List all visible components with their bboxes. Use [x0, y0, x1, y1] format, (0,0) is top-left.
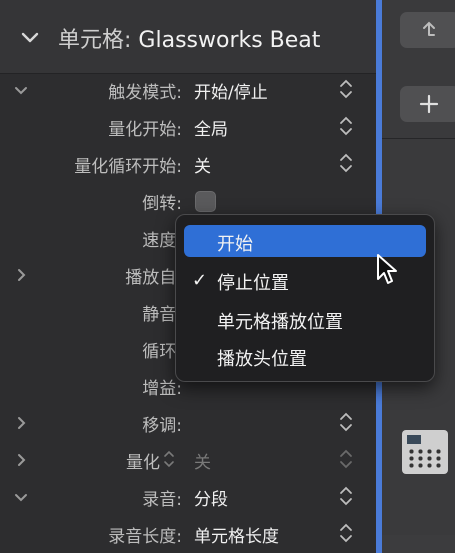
stepper-icon[interactable]: [338, 116, 354, 136]
menu-item-label: 开始: [217, 234, 253, 255]
quantize-value[interactable]: 关: [194, 448, 211, 473]
reverse-label: 倒转:: [142, 194, 182, 214]
mouse-pointer-icon: [377, 254, 397, 284]
inspector-header[interactable]: 单元格: Glassworks Beat: [0, 0, 376, 74]
stepper-icon[interactable]: [338, 449, 354, 469]
drum-machine-pads: [407, 448, 443, 470]
disclosure-chevron-down-icon[interactable]: [12, 81, 30, 99]
disclosure-chevron-right-icon[interactable]: [12, 266, 30, 284]
menu-item-cell-play-position[interactable]: 单元格播放位置: [184, 303, 426, 335]
tracks-top-button[interactable]: [400, 12, 455, 48]
record-label: 录音:: [142, 490, 182, 510]
tracks-bottom-bar: [382, 535, 455, 553]
disclosure-chevron-right-icon[interactable]: [12, 451, 30, 469]
row-record-length[interactable]: 录音长度: 单元格长度: [0, 515, 376, 551]
row-quantize-loop-start[interactable]: 量化循环开始: 关: [0, 145, 376, 181]
chevron-down-icon[interactable]: [20, 27, 40, 47]
stepper-icon[interactable]: [338, 153, 354, 173]
record-length-label: 录音长度:: [108, 527, 182, 547]
add-track-button[interactable]: [400, 86, 455, 122]
disclosure-chevron-right-icon[interactable]: [12, 414, 30, 432]
reverse-checkbox[interactable]: [195, 191, 216, 212]
menu-item-label: 停止位置: [217, 273, 289, 294]
plus-icon: [419, 94, 439, 114]
row-transpose[interactable]: 移调:: [0, 404, 376, 440]
menu-item-playhead-position[interactable]: 播放头位置: [184, 340, 426, 372]
quantize-start-value[interactable]: 全局: [194, 115, 228, 140]
transpose-label: 移调:: [142, 416, 182, 436]
checkmark-icon: ✓: [192, 270, 208, 291]
play-from-label: 播放自:: [125, 268, 182, 288]
inspector-title: 单元格: Glassworks Beat: [58, 22, 320, 54]
stepper-icon[interactable]: [162, 450, 176, 468]
row-quantize-start[interactable]: 量化开始: 全局: [0, 108, 376, 144]
track-divider: [382, 138, 455, 139]
header-label: 单元格:: [58, 28, 132, 53]
stepper-icon[interactable]: [338, 523, 354, 543]
quantize-loop-start-value[interactable]: 关: [194, 152, 211, 177]
drum-machine-track-icon[interactable]: [402, 430, 448, 474]
stepper-icon[interactable]: [338, 79, 354, 99]
row-record[interactable]: 录音: 分段: [0, 478, 376, 514]
row-quantize[interactable]: 量化 关: [0, 441, 376, 477]
play-from-menu[interactable]: 开始 ✓ 停止位置 单元格播放位置 播放头位置: [175, 214, 435, 382]
quantize-loop-start-label: 量化循环开始:: [74, 157, 182, 177]
row-trigger-mode[interactable]: 触发模式: 开始/停止: [0, 71, 376, 107]
quantize-start-label: 量化开始:: [108, 120, 182, 140]
trigger-mode-value[interactable]: 开始/停止: [194, 78, 268, 103]
menu-item-label: 播放头位置: [217, 349, 307, 370]
cell-name: Glassworks Beat: [138, 28, 321, 53]
drum-machine-screen: [407, 435, 421, 444]
quantize-label: 量化: [126, 453, 160, 473]
stepper-icon[interactable]: [338, 486, 354, 506]
arrow-up-icon: [423, 21, 435, 36]
record-value[interactable]: 分段: [194, 485, 228, 510]
record-length-value[interactable]: 单元格长度: [194, 522, 279, 547]
trigger-mode-label: 触发模式:: [108, 83, 182, 103]
disclosure-chevron-down-icon[interactable]: [12, 488, 30, 506]
stepper-icon[interactable]: [338, 412, 354, 432]
row-reverse[interactable]: 倒转:: [0, 182, 376, 218]
menu-item-label: 单元格播放位置: [217, 312, 343, 333]
